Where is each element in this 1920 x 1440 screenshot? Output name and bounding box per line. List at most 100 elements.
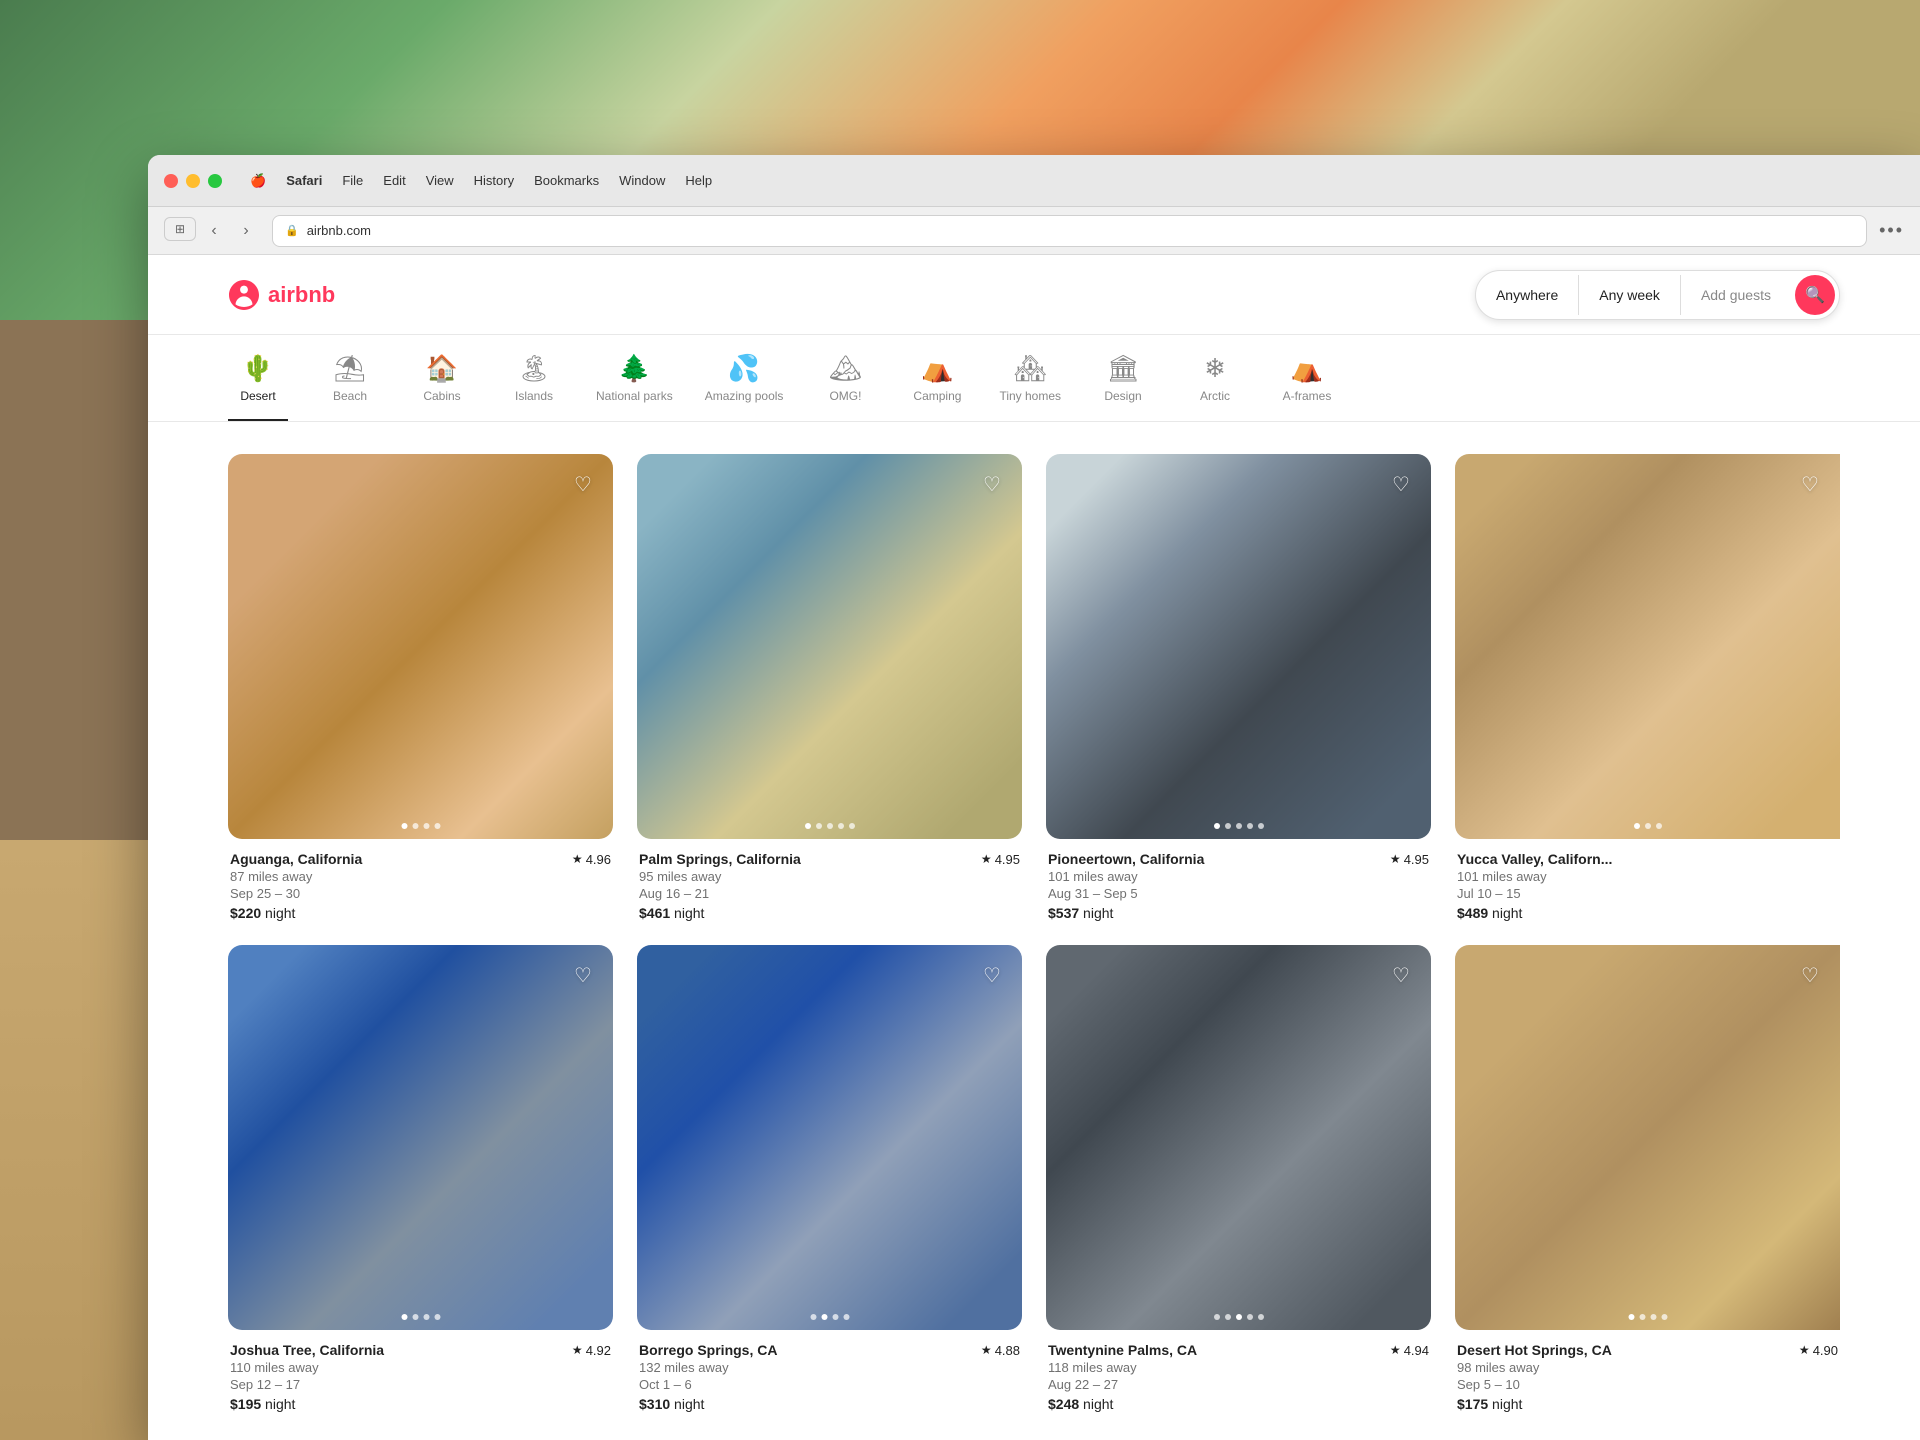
anywhere-pill[interactable]: Anywhere	[1476, 275, 1579, 315]
category-label-beach: Beach	[333, 389, 367, 403]
wishlist-button[interactable]: ♡	[567, 468, 599, 500]
listing-location: Pioneertown, California	[1048, 851, 1204, 867]
nav-buttons: ⊞ ‹ ›	[164, 217, 260, 245]
listing-price: $537 night	[1048, 905, 1429, 921]
dot-indicator	[832, 1314, 838, 1320]
minimize-button[interactable]	[186, 174, 200, 188]
category-item-a_frames[interactable]: ⛺ A-frames	[1277, 355, 1337, 421]
address-bar[interactable]: 🔒 airbnb.com	[272, 215, 1867, 247]
category-label-cabins: Cabins	[423, 389, 460, 403]
logo-text: airbnb	[268, 282, 335, 308]
price-amount: $489	[1457, 905, 1488, 921]
category-item-islands[interactable]: 🏝 Islands	[504, 355, 564, 421]
price-unit: night	[1083, 1396, 1113, 1412]
category-item-cabins[interactable]: 🏠 Cabins	[412, 355, 472, 421]
listing-rating: ★ 4.90	[1799, 1343, 1838, 1358]
category-item-tiny_homes[interactable]: 🏘 Tiny homes	[999, 355, 1061, 421]
price-amount: $175	[1457, 1396, 1488, 1412]
listing-location-row: Yucca Valley, Californ...	[1457, 851, 1838, 867]
dot-indicator	[423, 823, 429, 829]
listing-location: Aguanga, California	[230, 851, 362, 867]
close-button[interactable]	[164, 174, 178, 188]
apple-menu[interactable]: 🍎	[242, 171, 274, 191]
listing-dates: Sep 25 – 30	[230, 886, 611, 901]
view-menu[interactable]: View	[418, 171, 462, 190]
listing-location-row: Aguanga, California ★ 4.96	[230, 851, 611, 867]
dot-indicator	[821, 1314, 827, 1320]
listing-card-5[interactable]: ♡ Joshua Tree, California ★ 4.92 110 mil…	[228, 945, 613, 1412]
listing-image: ♡	[637, 454, 1022, 839]
history-menu[interactable]: History	[466, 171, 522, 190]
category-item-omg[interactable]: 🏔 OMG!	[815, 355, 875, 421]
listings-grid: ♡ Aguanga, California ★ 4.96 87 miles aw…	[228, 454, 1840, 1412]
wishlist-button[interactable]: ♡	[976, 959, 1008, 991]
price-unit: night	[265, 905, 295, 921]
star-icon: ★	[1799, 1343, 1810, 1357]
listing-distance: 118 miles away	[1048, 1360, 1429, 1375]
listing-location-row: Desert Hot Springs, CA ★ 4.90	[1457, 1342, 1838, 1358]
listing-info: Palm Springs, California ★ 4.95 95 miles…	[637, 851, 1022, 921]
dot-indicators	[401, 1314, 440, 1320]
listing-location-row: Borrego Springs, CA ★ 4.88	[639, 1342, 1020, 1358]
url-text: airbnb.com	[307, 223, 371, 238]
listing-rating: ★ 4.92	[572, 1343, 611, 1358]
wishlist-button[interactable]: ♡	[1794, 468, 1826, 500]
listing-card-7[interactable]: ♡ Twentynine Palms, CA ★ 4.94 118 miles …	[1046, 945, 1431, 1412]
browser-dots[interactable]: •••	[1879, 220, 1904, 241]
bookmarks-menu[interactable]: Bookmarks	[526, 171, 607, 190]
dot-indicators	[1214, 823, 1264, 829]
maximize-button[interactable]	[208, 174, 222, 188]
category-label-design: Design	[1104, 389, 1141, 403]
add-guests-pill[interactable]: Add guests	[1681, 275, 1791, 315]
listing-image: ♡	[1455, 945, 1840, 1330]
wishlist-button[interactable]: ♡	[1385, 468, 1417, 500]
sidebar-toggle[interactable]: ⊞	[164, 217, 196, 241]
search-bar[interactable]: Anywhere Any week Add guests 🔍	[1475, 270, 1840, 320]
listing-card-8[interactable]: ♡ Desert Hot Springs, CA ★ 4.90 98 miles…	[1455, 945, 1840, 1412]
listing-image: ♡	[1455, 454, 1840, 839]
wishlist-button[interactable]: ♡	[1385, 959, 1417, 991]
window-menu[interactable]: Window	[611, 171, 673, 190]
category-icon-tiny_homes: 🏘	[1014, 355, 1047, 381]
category-item-desert[interactable]: 🌵 Desert	[228, 355, 288, 421]
wishlist-button[interactable]: ♡	[976, 468, 1008, 500]
dot-indicator	[1656, 823, 1662, 829]
category-item-amazing_pools[interactable]: 💦 Amazing pools	[705, 355, 784, 421]
any-week-pill[interactable]: Any week	[1579, 275, 1681, 315]
star-icon: ★	[981, 852, 992, 866]
category-item-design[interactable]: 🏛 Design	[1093, 355, 1153, 421]
listing-distance: 132 miles away	[639, 1360, 1020, 1375]
dot-indicator	[412, 823, 418, 829]
dot-indicator	[816, 823, 822, 829]
airbnb-logo[interactable]: airbnb	[228, 279, 335, 311]
safari-menu[interactable]: Safari	[278, 171, 330, 190]
category-item-camping[interactable]: ⛺ Camping	[907, 355, 967, 421]
help-menu[interactable]: Help	[677, 171, 720, 190]
listing-card-6[interactable]: ♡ Borrego Springs, CA ★ 4.88 132 miles a…	[637, 945, 1022, 1412]
wishlist-button[interactable]: ♡	[1794, 959, 1826, 991]
listing-card-1[interactable]: ♡ Aguanga, California ★ 4.96 87 miles aw…	[228, 454, 613, 921]
listing-location: Borrego Springs, CA	[639, 1342, 777, 1358]
listing-card-4[interactable]: ♡ Yucca Valley, Californ... 101 miles aw…	[1455, 454, 1840, 921]
back-button[interactable]: ‹	[200, 217, 228, 245]
category-item-beach[interactable]: ⛱ Beach	[320, 355, 380, 421]
dot-indicator	[810, 1314, 816, 1320]
dot-indicator	[1639, 1314, 1645, 1320]
listing-rating: ★ 4.88	[981, 1343, 1020, 1358]
forward-button[interactable]: ›	[232, 217, 260, 245]
listing-card-2[interactable]: ♡ Palm Springs, California ★ 4.95 95 mil…	[637, 454, 1022, 921]
listing-image: ♡	[228, 454, 613, 839]
search-button[interactable]: 🔍	[1795, 275, 1835, 315]
rating-value: 4.96	[586, 852, 611, 867]
category-icon-cabins: 🏠	[426, 355, 458, 381]
wishlist-button[interactable]: ♡	[567, 959, 599, 991]
dot-indicator	[401, 823, 407, 829]
listing-card-3[interactable]: ♡ Pioneertown, California ★ 4.95 101 mil…	[1046, 454, 1431, 921]
file-menu[interactable]: File	[334, 171, 371, 190]
edit-menu[interactable]: Edit	[375, 171, 413, 190]
category-item-arctic[interactable]: ❄ Arctic	[1185, 355, 1245, 421]
category-icon-beach: ⛱	[333, 355, 366, 381]
listing-dates: Aug 22 – 27	[1048, 1377, 1429, 1392]
price-amount: $537	[1048, 905, 1079, 921]
category-item-national_parks[interactable]: 🌲 National parks	[596, 355, 673, 421]
